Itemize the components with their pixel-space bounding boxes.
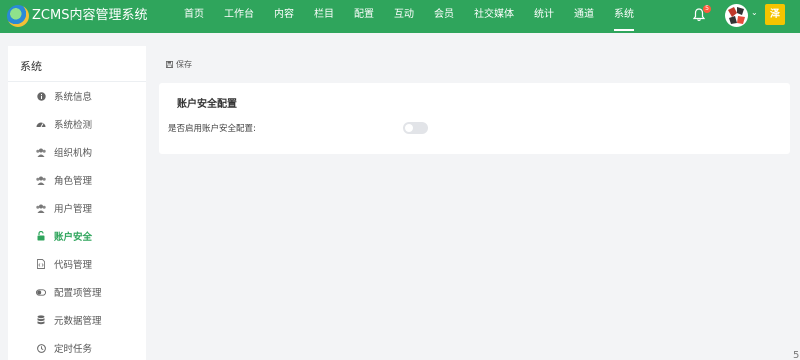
save-button-label: 保存 [176,60,192,69]
nav-item-stats[interactable]: 统计 [534,0,554,33]
sidebar-item-label: 角色管理 [54,176,93,187]
sidebar-item-label: 组织机构 [54,148,93,159]
main-nav: 首页 工作台 内容 栏目 配置 互动 会员 社交媒体 统计 通道 系统 [184,0,654,33]
sidebar-item-organization[interactable]: 组织机构 [8,138,146,166]
nav-item-catalog[interactable]: 栏目 [314,0,334,33]
sidebar-item-config-items[interactable]: 配置项管理 [8,278,146,306]
nav-item-member[interactable]: 会员 [434,0,454,33]
save-button[interactable]: 保存 [166,59,192,70]
sidebar-item-label: 代码管理 [54,260,93,271]
sidebar-item-roles[interactable]: 角色管理 [8,166,146,194]
nav-item-interaction[interactable]: 互动 [394,0,414,33]
nav-item-channel[interactable]: 通道 [574,0,594,33]
toggle-icon [36,287,46,297]
enable-security-label: 是否启用账户安全配置: [168,124,256,134]
users-icon [36,203,46,213]
sidebar-item-code[interactable]: 代码管理 [8,250,146,278]
unlock-icon [36,231,46,241]
sidebar: 系统 系统信息 系统检测 组织机构 角色管理 用户管理 账户安全 代码管理 配置… [8,46,146,360]
sidebar-item-users[interactable]: 用户管理 [8,194,146,222]
users-icon [36,175,46,185]
save-icon [166,61,173,68]
sidebar-item-label: 账户安全 [54,232,93,243]
clock-icon [36,343,46,353]
users-icon [36,147,46,157]
top-navigation-bar: ZCMS内容管理系统 首页 工作台 内容 栏目 配置 互动 会员 社交媒体 统计… [0,0,800,33]
sidebar-item-label: 用户管理 [54,204,93,215]
sidebar-item-system-check[interactable]: 系统检测 [8,110,146,138]
avatar[interactable] [725,4,748,27]
enable-security-toggle[interactable] [403,122,428,134]
app-title: ZCMS内容管理系统 [32,8,148,23]
nav-item-config[interactable]: 配置 [354,0,374,33]
file-code-icon [36,259,46,269]
sidebar-item-system-info[interactable]: 系统信息 [8,82,146,110]
sidebar-item-label: 配置项管理 [54,288,102,299]
logo-icon [7,5,29,27]
sidebar-item-account-security[interactable]: 账户安全 [8,222,146,250]
database-icon [36,315,46,325]
nav-item-content[interactable]: 内容 [274,0,294,33]
account-security-card: 账户安全配置 是否启用账户安全配置: [159,83,790,154]
dashboard-icon [36,119,46,129]
sidebar-title: 系统 [8,46,146,82]
avatar-image-icon [728,7,745,24]
sidebar-item-label: 定时任务 [54,344,93,355]
card-title: 账户安全配置 [177,99,237,110]
sidebar-item-scheduled-tasks[interactable]: 定时任务 [8,334,146,360]
sidebar-item-label: 元数据管理 [54,316,102,327]
nav-item-system[interactable]: 系统 [614,0,634,31]
toggle-knob [405,124,413,132]
sidebar-item-label: 系统信息 [54,92,93,103]
sidebar-item-metadata[interactable]: 元数据管理 [8,306,146,334]
sidebar-item-label: 系统检测 [54,120,93,131]
notification-badge: 5 [703,5,711,13]
corner-mark: 5 [793,350,800,360]
nav-item-home[interactable]: 首页 [184,0,204,33]
info-icon [36,91,46,101]
user-badge[interactable]: 泽 [765,4,785,25]
nav-item-workbench[interactable]: 工作台 [224,0,254,33]
chevron-down-icon[interactable]: ⌄ [751,8,758,17]
nav-item-social-media[interactable]: 社交媒体 [474,0,514,33]
